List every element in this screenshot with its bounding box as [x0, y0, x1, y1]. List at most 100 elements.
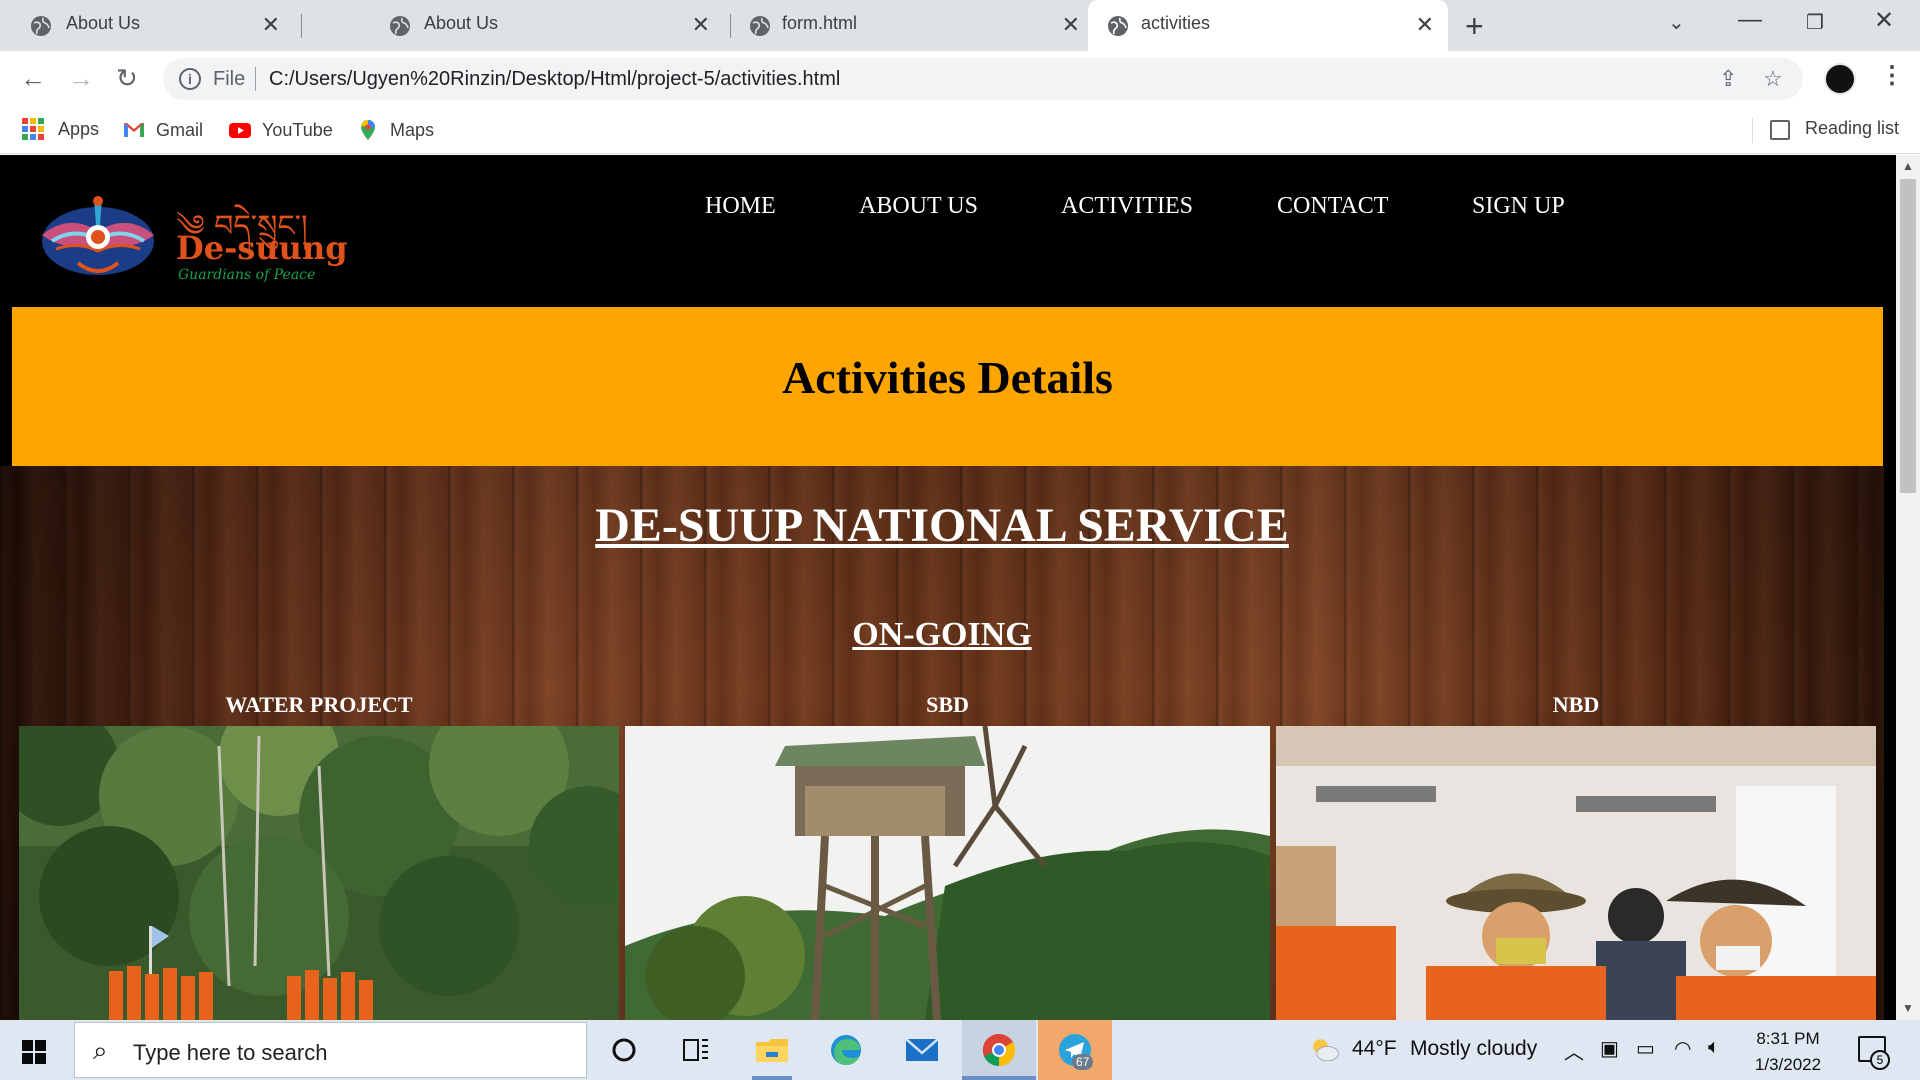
- bookmarks-bar: Apps Gmail YouTube Maps Reading list: [0, 107, 1920, 154]
- mail-icon[interactable]: [902, 1030, 942, 1070]
- tab-about-us-1[interactable]: About Us ✕: [0, 0, 300, 51]
- minimize-button[interactable]: —: [1738, 6, 1762, 34]
- menu-kebab-icon[interactable]: ⋮: [1880, 61, 1904, 90]
- nav-sign-up[interactable]: SIGN UP: [1472, 193, 1565, 220]
- tab-title: activities: [1141, 13, 1211, 33]
- battery-icon[interactable]: ▭: [1636, 1036, 1655, 1061]
- tab-title: About Us: [424, 13, 499, 33]
- maps-icon: [361, 120, 375, 140]
- close-icon[interactable]: ✕: [1416, 12, 1434, 38]
- site-header: ༄ བདེ་སྲུང་། De-suung Guardians of Peace…: [0, 155, 1896, 307]
- tab-activities[interactable]: activities ✕: [1088, 0, 1448, 51]
- tab-title: About Us: [66, 13, 141, 33]
- close-icon[interactable]: ✕: [262, 12, 280, 38]
- edge-icon[interactable]: [826, 1030, 866, 1070]
- logo-name: De-suung: [176, 229, 348, 267]
- bookmark-label: Gmail: [156, 119, 204, 140]
- reload-button[interactable]: ↻: [116, 63, 138, 94]
- section-title: DE-SUUP NATIONAL SERVICE: [595, 499, 1289, 552]
- close-window-button[interactable]: ✕: [1874, 6, 1894, 35]
- bookmark-label: Apps: [58, 118, 100, 139]
- wood-background-section: DE-SUUP NATIONAL SERVICE ON-GOING WATER …: [0, 466, 1884, 1020]
- globe-icon: [390, 16, 410, 36]
- page-title: Activities Details: [782, 352, 1113, 403]
- reading-list-button[interactable]: Reading list: [1805, 118, 1899, 139]
- volume-icon[interactable]: 🔈︎: [1708, 1036, 1720, 1059]
- address-bar[interactable]: i File C:/Users/Ugyen%20Rinzin/Desktop/H…: [163, 58, 1803, 100]
- windows-taskbar: ⌕ Type here to search 67 44°F Mostly clo…: [0, 1020, 1920, 1080]
- forward-button[interactable]: →: [68, 63, 94, 94]
- tab-search-chevron-icon[interactable]: ⌄: [1668, 10, 1685, 35]
- chrome-running-indicator: [962, 1076, 1036, 1080]
- bookmarks-divider: [1752, 117, 1753, 143]
- scroll-up-icon[interactable]: ▲: [1902, 159, 1914, 173]
- profile-avatar[interactable]: [1824, 63, 1856, 95]
- url-text[interactable]: C:/Users/Ugyen%20Rinzin/Desktop/Html/pro…: [269, 68, 840, 91]
- apps-grid-icon: [22, 118, 44, 140]
- water-project-photo: [19, 726, 619, 1020]
- chrome-icon[interactable]: [979, 1030, 1019, 1070]
- tab-divider: [301, 14, 302, 38]
- task-view-icon[interactable]: [676, 1030, 716, 1070]
- bookmark-label: Maps: [390, 119, 435, 140]
- desuung-emblem-icon: [42, 196, 154, 275]
- bookmark-apps[interactable]: Apps: [22, 118, 99, 140]
- star-icon[interactable]: ☆: [1763, 66, 1783, 92]
- url-divider: [255, 67, 256, 91]
- globe-icon: [1108, 16, 1128, 36]
- search-placeholder: Type here to search: [133, 1040, 328, 1065]
- bookmark-label: YouTube: [262, 119, 333, 140]
- scrollbar-thumb[interactable]: [1900, 179, 1916, 493]
- page-viewport: ༄ བདེ་སྲུང་། De-suung Guardians of Peace…: [0, 155, 1896, 1020]
- nav-home[interactable]: HOME: [705, 193, 776, 220]
- taskbar-search-input[interactable]: ⌕ Type here to search: [74, 1022, 587, 1078]
- nbd-photo: [1276, 726, 1876, 1020]
- telegram-badge: 67: [1072, 1054, 1094, 1070]
- nav-contact[interactable]: CONTACT: [1277, 193, 1388, 220]
- tab-about-us-2[interactable]: About Us ✕: [360, 0, 730, 51]
- share-icon[interactable]: ⇪: [1719, 66, 1737, 92]
- bookmark-maps[interactable]: Maps: [356, 118, 434, 142]
- clock-time: 8:31 PM: [1756, 1029, 1820, 1048]
- nav-activities[interactable]: ACTIVITIES: [1061, 193, 1193, 220]
- tray-chevron-icon[interactable]: ︿: [1564, 1036, 1584, 1065]
- search-icon: ⌕: [93, 1035, 108, 1065]
- card-title-water-project: WATER PROJECT: [225, 692, 413, 717]
- close-icon[interactable]: ✕: [692, 12, 710, 38]
- file-explorer-icon[interactable]: [752, 1030, 792, 1070]
- weather-temp[interactable]: 44°F: [1352, 1037, 1397, 1061]
- card-title-nbd: NBD: [1552, 692, 1600, 717]
- globe-icon: [750, 16, 770, 36]
- restore-button[interactable]: ❐: [1806, 10, 1824, 35]
- scroll-down-icon[interactable]: ▼: [1902, 1001, 1914, 1015]
- page-scrollbar[interactable]: ▲ ▼: [1896, 155, 1920, 1020]
- subsection-title: ON-GOING: [852, 616, 1032, 653]
- notification-count-badge: 5: [1870, 1050, 1890, 1070]
- nav-about-us[interactable]: ABOUT US: [859, 193, 978, 220]
- bookmark-gmail[interactable]: Gmail: [122, 118, 203, 142]
- bookmark-youtube[interactable]: YouTube: [228, 118, 333, 142]
- wifi-icon[interactable]: ◠: [1674, 1036, 1691, 1061]
- close-icon[interactable]: ✕: [1062, 12, 1080, 38]
- info-icon[interactable]: i: [179, 68, 201, 90]
- activities-banner: Activities Details: [12, 307, 1883, 466]
- meet-now-icon[interactable]: ▣: [1600, 1036, 1619, 1061]
- weather-condition[interactable]: Mostly cloudy: [1410, 1037, 1537, 1061]
- scheme-label: File: [213, 68, 246, 90]
- clock-date: 1/3/2022: [1754, 1055, 1822, 1074]
- tab-title: form.html: [782, 13, 858, 33]
- logo-tagline: Guardians of Peace: [178, 267, 316, 283]
- sbd-photo: [625, 726, 1270, 1020]
- browser-toolbar: ← → ↻ i File C:/Users/Ugyen%20Rinzin/Des…: [0, 51, 1920, 107]
- tab-strip: About Us ✕ About Us ✕ form.html ✕ activi…: [0, 0, 1920, 51]
- taskbar-clock[interactable]: 8:31 PM 1/3/2022: [1748, 1026, 1828, 1078]
- card-title-sbd: SBD: [926, 692, 969, 717]
- back-button[interactable]: ←: [20, 63, 46, 94]
- reading-list-icon: [1770, 120, 1790, 140]
- tab-form[interactable]: form.html ✕: [720, 0, 1090, 51]
- cortana-icon[interactable]: [604, 1030, 644, 1070]
- new-tab-button[interactable]: +: [1465, 8, 1484, 45]
- windows-start-icon[interactable]: [22, 1040, 46, 1064]
- youtube-icon: [229, 123, 251, 138]
- weather-cloudy-icon: [1313, 1039, 1339, 1062]
